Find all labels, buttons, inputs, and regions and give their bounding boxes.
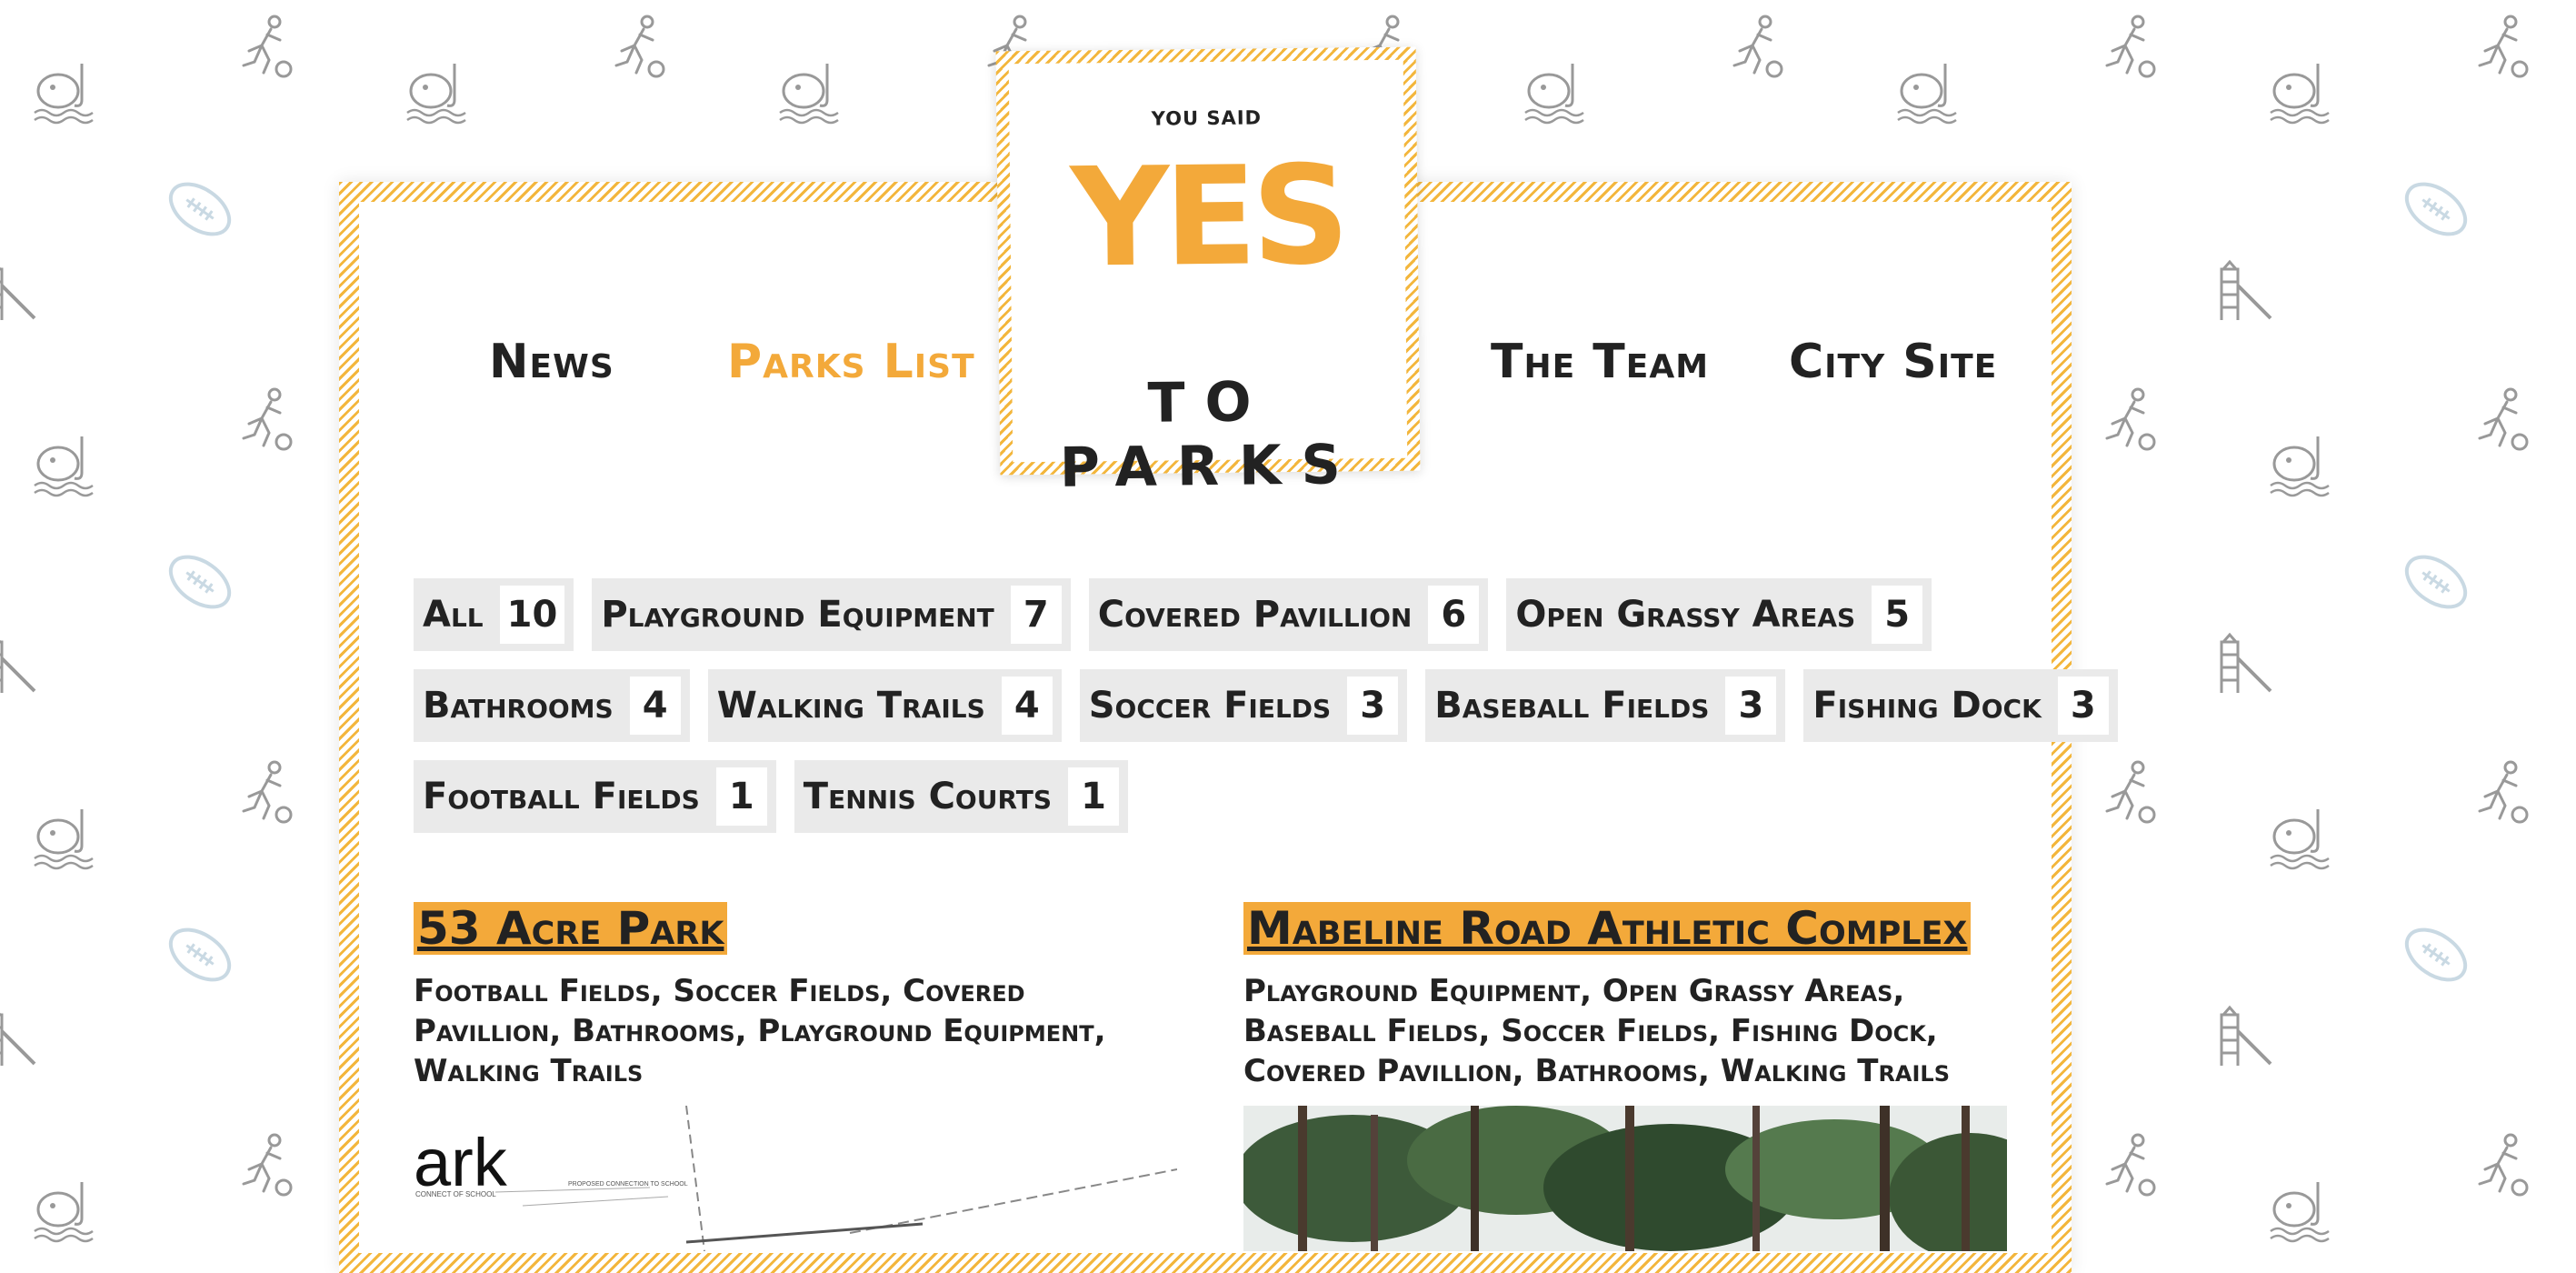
filter-count: 3 (1725, 677, 1777, 735)
filter-tag-all[interactable]: All 10 (414, 578, 574, 651)
football-icon (164, 546, 236, 618)
filter-count: 10 (499, 586, 565, 644)
fishing-icon (2263, 427, 2336, 500)
filter-tag-fishing-dock[interactable]: Fishing Dock 3 (1803, 669, 2118, 742)
football-icon (164, 173, 236, 246)
filter-label: Soccer Fields (1088, 685, 1332, 727)
fishing-icon (2263, 1173, 2336, 1246)
fishing-icon (27, 427, 100, 500)
filter-label: Covered Pavillion (1097, 594, 1413, 636)
soccer-player-icon (2463, 1128, 2536, 1200)
filter-count: 5 (1872, 586, 1923, 644)
filter-label: Baseball Fields (1434, 685, 1710, 727)
soccer-player-icon (2463, 9, 2536, 82)
soccer-player-icon (2463, 382, 2536, 455)
logo-bottom-text: TO PARKS (1059, 370, 1362, 500)
filter-tag-tennis-courts[interactable]: Tennis Courts 1 (794, 760, 1129, 833)
logo-inner: YOU SAID YES TO PARKS (1008, 59, 1408, 500)
filter-tag-football-fields[interactable]: Football Fields 1 (414, 760, 776, 833)
filter-tag-bathrooms[interactable]: Bathrooms 4 (414, 669, 690, 742)
filter-count: 3 (2057, 677, 2109, 735)
filter-row: All 10 Playground Equipment 7 Covered Pavi… (414, 578, 2013, 651)
filter-label: Playground Equipment (601, 594, 994, 636)
soccer-player-icon (227, 755, 300, 827)
soccer-player-icon (227, 9, 300, 82)
fishing-icon (27, 1173, 100, 1246)
filter-label: Walking Trails (716, 685, 985, 727)
soccer-player-icon (2091, 9, 2163, 82)
soccer-player-icon (600, 9, 673, 82)
site-logo[interactable]: YOU SAID YES TO PARKS (995, 46, 1421, 500)
park-photo-trees (1243, 1106, 2007, 1251)
fishing-icon (2263, 55, 2336, 127)
filter-tag-open-grassy-areas[interactable]: Open Grassy Areas 5 (1506, 578, 1932, 651)
nav-parks-list[interactable]: Parks List (727, 335, 975, 389)
park-map-image[interactable]: ark CONNECT OF SCHOOL PROPOSED CONNECTIO… (414, 1106, 1177, 1251)
soccer-player-icon (2091, 382, 2163, 455)
fishing-icon (27, 800, 100, 873)
slide-icon (0, 1000, 45, 1073)
map-note: PROPOSED CONNECTION TO SCHOOL (568, 1181, 688, 1188)
soccer-player-icon (2091, 755, 2163, 827)
soccer-player-icon (1718, 9, 1791, 82)
filter-tag-covered-pavillion[interactable]: Covered Pavillion 6 (1088, 578, 1489, 651)
logo-yes-text: YES (1070, 136, 1345, 298)
filter-label: Fishing Dock (1812, 685, 2042, 727)
fishing-icon (400, 55, 473, 127)
filter-count: 1 (715, 767, 767, 826)
filter-count: 4 (629, 677, 681, 735)
park-title-link[interactable]: 53 Acre Park (414, 902, 728, 955)
park-title-link[interactable]: Mabeline Road Athletic Complex (1243, 902, 1972, 955)
nav-city-site[interactable]: City Site (1789, 335, 1997, 389)
soccer-player-icon (2091, 1128, 2163, 1200)
soccer-player-icon (227, 1128, 300, 1200)
football-icon (164, 918, 236, 991)
filter-count: 6 (1428, 586, 1480, 644)
filter-tag-baseball-fields[interactable]: Baseball Fields 3 (1425, 669, 1786, 742)
filter-count: 1 (1068, 767, 1120, 826)
park-features: Playground Equipment, Open Grassy Areas,… (1243, 973, 1951, 1089)
slide-icon (0, 627, 45, 700)
fishing-icon (1518, 55, 1591, 127)
football-icon (2400, 918, 2472, 991)
filter-tags: All 10 Playground Equipment 7 Covered Pavi… (414, 578, 2118, 851)
nav-news[interactable]: News (489, 335, 614, 389)
logo-top-text: YOU SAID (1151, 106, 1263, 130)
site-plan-drawing: ark CONNECT OF SCHOOL PROPOSED CONNECTIO… (414, 1106, 1177, 1251)
filter-label: All (423, 594, 484, 636)
park-card-mabeline-road: Mabeline Road Athletic Complex Playgroun… (1243, 902, 2007, 1091)
football-icon (2400, 173, 2472, 246)
fishing-icon (2263, 800, 2336, 873)
slide-icon (2209, 1000, 2281, 1073)
map-park-label: ark (414, 1125, 508, 1200)
filter-count: 7 (1010, 586, 1062, 644)
filter-label: Bathrooms (423, 685, 614, 727)
filter-tag-playground-equipment[interactable]: Playground Equipment 7 (592, 578, 1071, 651)
filter-tag-soccer-fields[interactable]: Soccer Fields 3 (1079, 669, 1408, 742)
filter-tag-walking-trails[interactable]: Walking Trails 4 (707, 669, 1062, 742)
park-photo-image[interactable] (1243, 1106, 2007, 1251)
park-features: Football Fields, Soccer Fields, Covered … (414, 973, 1106, 1089)
filter-count: 3 (1347, 677, 1399, 735)
fishing-icon (773, 55, 845, 127)
park-card-53-acre-park: 53 Acre Park Football Fields, Soccer Fie… (414, 902, 1177, 1091)
nav-the-team[interactable]: The Team (1491, 335, 1709, 389)
filter-row: Bathrooms 4 Walking Trails 4 Soccer Fields… (414, 669, 2118, 742)
fishing-icon (1891, 55, 1963, 127)
filter-label: Football Fields (423, 776, 700, 817)
filter-row: Football Fields 1 Tennis Courts 1 (414, 760, 2013, 833)
soccer-player-icon (227, 382, 300, 455)
filter-label: Tennis Courts (803, 776, 1053, 817)
fishing-icon (27, 55, 100, 127)
slide-icon (2209, 627, 2281, 700)
map-note-left: CONNECT OF SCHOOL (415, 1190, 496, 1198)
soccer-player-icon (2463, 755, 2536, 827)
football-icon (2400, 546, 2472, 618)
slide-icon (2209, 255, 2281, 327)
slide-icon (0, 255, 45, 327)
filter-label: Open Grassy Areas (1515, 594, 1856, 636)
filter-count: 4 (1001, 677, 1053, 735)
